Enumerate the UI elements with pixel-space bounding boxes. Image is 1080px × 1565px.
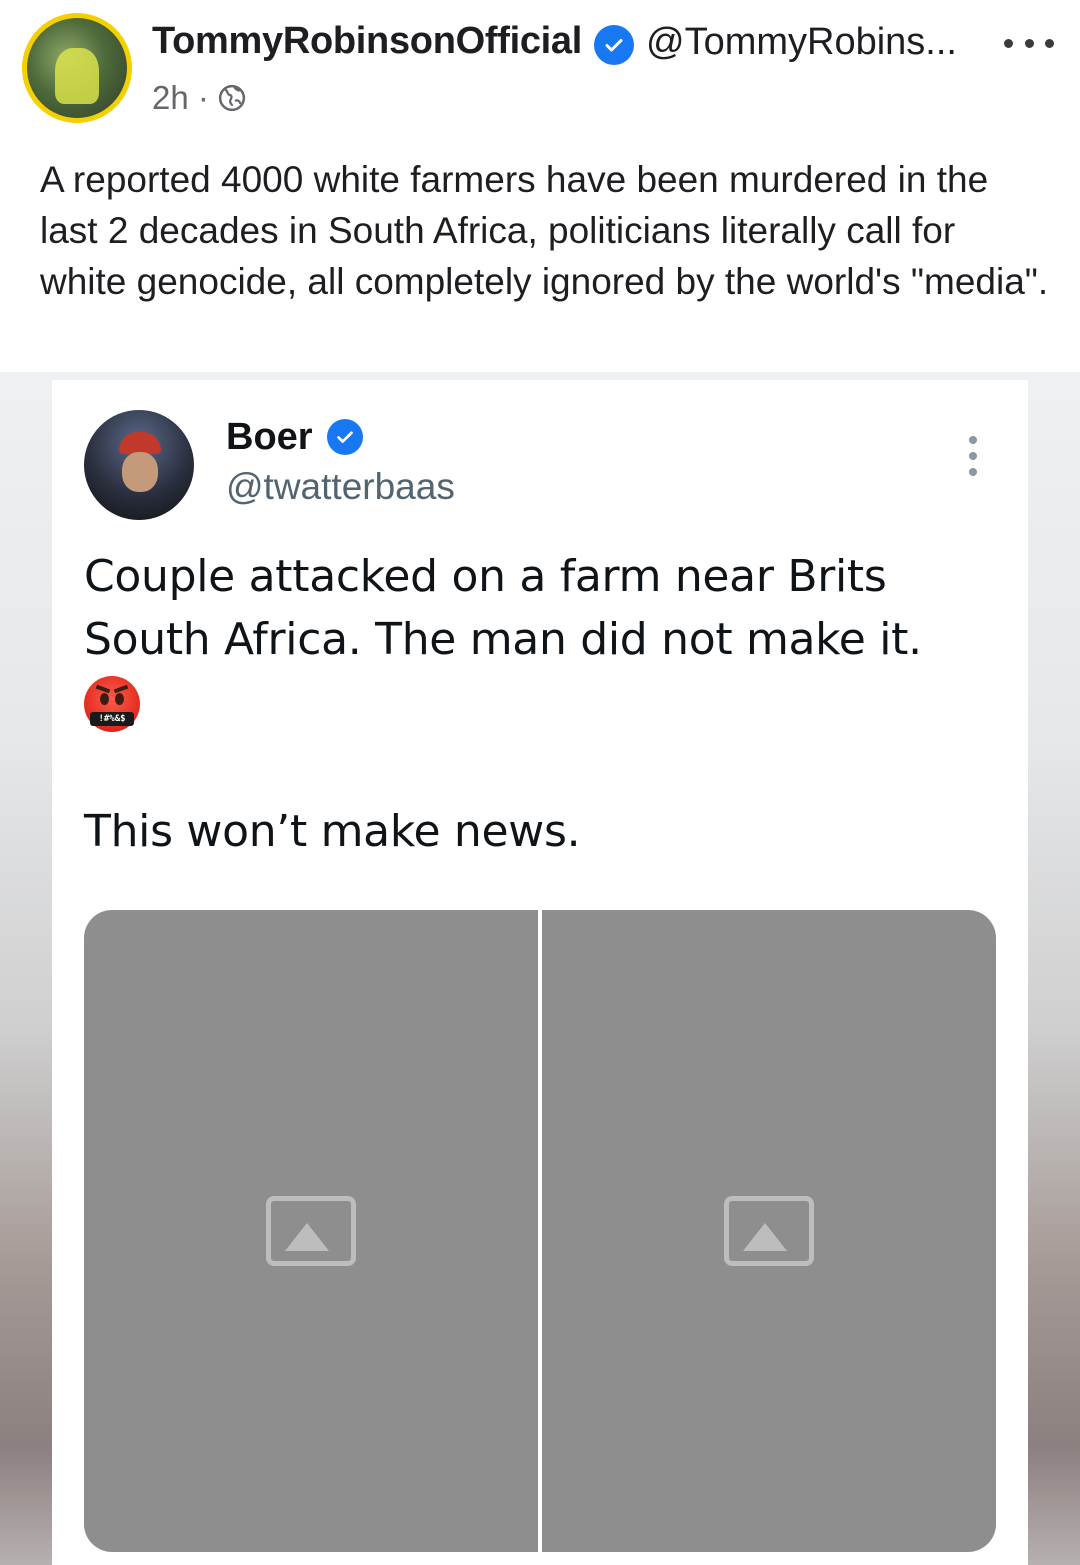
media-placeholder-right: [542, 910, 996, 1552]
tweet-media-grid: [84, 910, 996, 1552]
globe-icon: [218, 84, 245, 112]
verified-badge-icon: [594, 25, 634, 65]
post-body-text: A reported 4000 white farmers have been …: [40, 159, 1049, 302]
post-timestamp[interactable]: 2h ·: [152, 79, 209, 117]
post-meta: 2h ·: [152, 79, 247, 117]
author-handle[interactable]: @TommyRobins...: [646, 21, 957, 64]
tweet-author-avatar: [84, 410, 194, 520]
tweet-text: Couple attacked on a farm near Brits Sou…: [84, 551, 922, 665]
tweet-author-handle: @twatterbaas: [226, 466, 455, 507]
post-header: TommyRobinsonOfficial @TommyRobins... 2h…: [0, 0, 1080, 130]
emoji-symbols: !#%&$: [90, 712, 134, 726]
author-name[interactable]: TommyRobinsonOfficial: [152, 20, 582, 63]
tweet-more-vertical-icon: [966, 436, 980, 476]
image-placeholder-icon: [266, 1196, 356, 1266]
cursing-face-emoji-icon: !#%&$: [84, 676, 140, 732]
tweet-author-name: Boer: [226, 416, 313, 458]
tweet-verified-badge-icon: [327, 419, 363, 455]
image-placeholder-icon: [724, 1196, 814, 1266]
author-avatar[interactable]: [22, 13, 132, 123]
tweet-text-secondary: This won’t make news.: [84, 806, 581, 857]
more-options-icon[interactable]: [1004, 28, 1054, 58]
media-placeholder-left: [84, 910, 538, 1552]
